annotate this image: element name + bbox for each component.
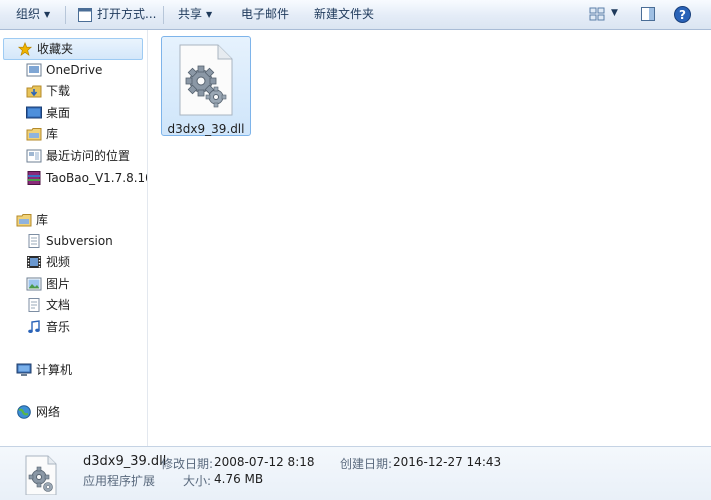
details-file-name: d3dx9_39.dll — [83, 454, 167, 469]
svg-text:?: ? — [679, 8, 686, 22]
help-button[interactable]: ? — [674, 6, 691, 26]
nav-item-taobao[interactable]: TaoBao_V1.7.8.10_ — [26, 168, 147, 188]
music-icon — [28, 320, 40, 333]
nav-libraries[interactable]: 库 — [16, 210, 144, 230]
nav-item-music[interactable]: 音乐 — [26, 317, 144, 337]
desktop-icon — [26, 106, 42, 119]
nav-item-recent-places[interactable]: 最近访问的位置 — [26, 146, 144, 166]
email-label: 电子邮件 — [241, 7, 290, 21]
nav-item-subversion[interactable]: Subversion — [26, 231, 144, 251]
details-modified-label: 修改日期: — [161, 457, 214, 471]
details-created-value: 2016-12-27 14:43 — [393, 455, 502, 469]
organize-label: 组织 — [16, 7, 41, 21]
nav-network[interactable]: 网络 — [16, 402, 144, 422]
nav-item-pictures[interactable]: 图片 — [26, 274, 144, 294]
navigation-pane: 收藏夹 OneDrive 下载 桌面 库 最近访问的位置 TaoBao_V1.7… — [0, 30, 148, 446]
file-item[interactable]: d3dx9_39.dll — [161, 36, 251, 136]
view-menu-chevron-icon[interactable]: ▼ — [611, 8, 618, 18]
nav-item-label: 库 — [46, 127, 59, 141]
document-library-icon — [28, 234, 40, 248]
file-list-view: d3dx9_39.dll — [148, 30, 711, 446]
dll-gear-icon — [179, 44, 233, 116]
command-bar: 组织 ▼ 打开方式... 共享 ▼ 电子邮件 新建文件夹 ▼ ? — [0, 0, 711, 30]
toolbar-separator — [65, 6, 66, 24]
recent-places-icon — [26, 149, 42, 163]
chevron-down-icon: ▼ — [44, 10, 51, 19]
nav-item-label: OneDrive — [46, 63, 103, 77]
preview-pane-icon — [641, 7, 655, 21]
libraries-icon — [16, 214, 32, 227]
pictures-icon — [26, 277, 42, 291]
view-grid-icon — [589, 7, 605, 21]
network-icon — [17, 405, 31, 419]
nav-favorites-label: 收藏夹 — [37, 42, 74, 56]
new-folder-label: 新建文件夹 — [314, 7, 375, 21]
nav-item-label: Subversion — [46, 234, 113, 248]
open-with-button[interactable]: 打开方式... — [78, 0, 156, 29]
details-pane: d3dx9_39.dll 应用程序扩展 修改日期: 2008-07-12 8:1… — [0, 446, 711, 500]
nav-item-label: 视频 — [46, 255, 71, 269]
preview-pane-button[interactable] — [640, 6, 656, 25]
nav-item-onedrive[interactable]: OneDrive — [26, 60, 144, 80]
details-modified-value: 2008-07-12 8:18 — [214, 455, 315, 469]
nav-item-label: 桌面 — [46, 106, 71, 120]
window-icon — [78, 8, 92, 22]
dll-gear-icon — [25, 455, 57, 495]
winrar-icon — [27, 171, 41, 185]
toolbar-separator — [163, 6, 164, 24]
nav-item-label: 最近访问的位置 — [46, 149, 131, 163]
nav-network-label: 网络 — [36, 405, 61, 419]
nav-item-label: 图片 — [46, 277, 71, 291]
documents-icon — [28, 298, 40, 312]
details-size-value: 4.76 MB — [214, 472, 264, 486]
nav-item-documents[interactable]: 文档 — [26, 295, 144, 315]
nav-computer[interactable]: 计算机 — [16, 360, 144, 380]
nav-item-label: 下载 — [46, 84, 71, 98]
nav-item-library[interactable]: 库 — [26, 124, 144, 144]
share-button[interactable]: 共享 ▼ — [178, 0, 212, 29]
nav-item-label: 音乐 — [46, 320, 71, 334]
star-icon — [17, 42, 33, 56]
nav-item-label: 文档 — [46, 298, 71, 312]
nav-favorites[interactable]: 收藏夹 — [3, 38, 143, 60]
help-icon: ? — [674, 6, 691, 23]
file-name-label: d3dx9_39.dll — [167, 122, 245, 136]
details-created-label: 创建日期: — [340, 457, 393, 471]
nav-libraries-label: 库 — [36, 213, 49, 227]
share-label: 共享 — [178, 7, 203, 21]
new-folder-button[interactable]: 新建文件夹 — [314, 0, 374, 29]
details-size-label: 大小: — [183, 474, 212, 488]
details-file-type: 应用程序扩展 — [83, 474, 156, 488]
computer-icon — [16, 363, 32, 376]
onedrive-icon — [26, 63, 42, 77]
organize-button[interactable]: 组织 ▼ — [16, 0, 50, 29]
nav-computer-label: 计算机 — [36, 363, 73, 377]
open-with-label: 打开方式... — [97, 7, 157, 21]
nav-item-downloads[interactable]: 下载 — [26, 81, 144, 101]
email-button[interactable]: 电子邮件 — [241, 0, 289, 29]
change-view-button[interactable] — [589, 6, 605, 25]
nav-item-desktop[interactable]: 桌面 — [26, 103, 144, 123]
video-icon — [27, 256, 41, 268]
library-icon — [26, 128, 42, 141]
nav-item-label: TaoBao_V1.7.8.10_ — [46, 171, 148, 185]
downloads-icon — [26, 85, 42, 98]
nav-item-videos[interactable]: 视频 — [26, 252, 144, 272]
chevron-down-icon: ▼ — [206, 10, 213, 19]
